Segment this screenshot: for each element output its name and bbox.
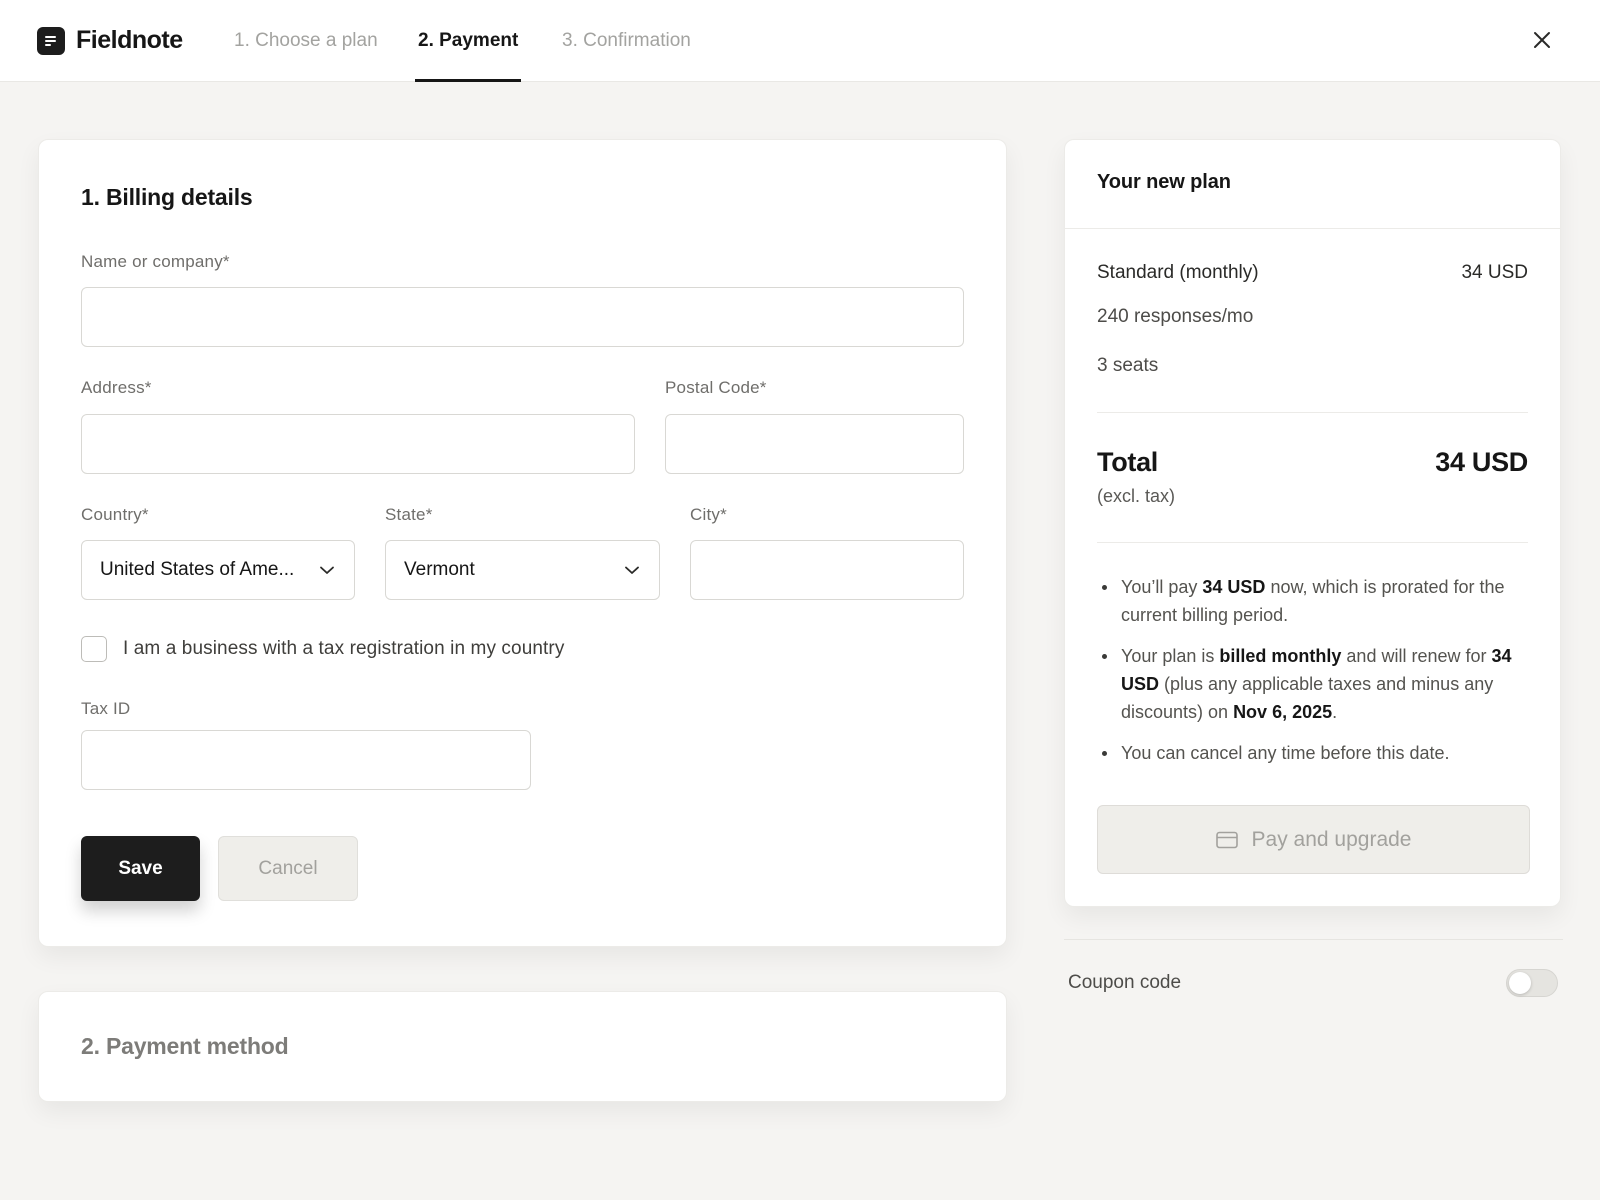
step-confirmation: 3. Confirmation <box>562 30 691 51</box>
plan-summary-card: Your new plan Standard (monthly) 34 USD … <box>1064 139 1561 907</box>
address-label: Address* <box>81 378 152 397</box>
note-item: You can cancel any time before this date… <box>1097 739 1528 767</box>
total-label: Total <box>1097 447 1158 477</box>
cancel-button[interactable]: Cancel <box>218 836 358 901</box>
plan-summary-header: Your new plan <box>1065 140 1560 229</box>
name-label: Name or company* <box>81 252 230 271</box>
toggle-knob <box>1509 972 1531 994</box>
coupon-code-toggle[interactable] <box>1506 969 1558 997</box>
city-input[interactable] <box>690 540 964 600</box>
step-payment[interactable]: 2. Payment <box>418 30 518 52</box>
coupon-code-label: Coupon code <box>1068 972 1182 993</box>
country-select[interactable]: United States of Ame... <box>81 540 355 600</box>
step-choose-plan[interactable]: 1. Choose a plan <box>234 30 378 52</box>
brand-name: Fieldnote <box>76 26 183 54</box>
tax-id-input[interactable] <box>81 730 531 790</box>
postal-code-input[interactable] <box>665 414 964 474</box>
total-value: 34 USD <box>1435 447 1528 477</box>
billing-notes: You’ll pay 34 USD now, which is prorated… <box>1097 573 1528 780</box>
divider <box>1097 542 1528 543</box>
name-input[interactable] <box>81 287 964 347</box>
save-button[interactable]: Save <box>81 836 200 901</box>
note-item: Your plan is billed monthly and will ren… <box>1097 642 1528 726</box>
plan-line-item: Standard (monthly) 34 USD <box>1097 262 1528 284</box>
plan-seats: 3 seats <box>1097 355 1159 376</box>
pay-and-upgrade-label: Pay and upgrade <box>1251 827 1412 851</box>
state-label: State* <box>385 505 433 524</box>
state-select[interactable]: Vermont <box>385 540 660 600</box>
plan-summary-title: Your new plan <box>1097 171 1231 193</box>
payment-method-card[interactable]: 2. Payment method <box>38 991 1007 1102</box>
close-button[interactable] <box>1530 28 1554 52</box>
top-bar: Fieldnote 1. Choose a plan 2. Payment 3.… <box>0 0 1600 82</box>
billing-details-title: 1. Billing details <box>81 184 253 210</box>
postal-code-label: Postal Code* <box>665 378 767 397</box>
business-checkbox-row[interactable]: I am a business with a tax registration … <box>81 636 564 662</box>
address-input[interactable] <box>81 414 635 474</box>
chevron-down-icon <box>320 566 334 574</box>
plan-price: 34 USD <box>1461 262 1528 283</box>
note-item: You’ll pay 34 USD now, which is prorated… <box>1097 573 1528 629</box>
pay-and-upgrade-button[interactable]: Pay and upgrade <box>1097 805 1530 874</box>
state-value: Vermont <box>404 559 475 580</box>
business-checkbox-label[interactable]: I am a business with a tax registration … <box>123 638 564 660</box>
brand: Fieldnote <box>37 26 183 55</box>
country-label: Country* <box>81 505 149 524</box>
chevron-down-icon <box>625 566 639 574</box>
business-checkbox[interactable] <box>81 636 107 662</box>
credit-card-icon <box>1215 831 1238 848</box>
billing-details-card: 1. Billing details Name or company* Addr… <box>38 139 1007 947</box>
payment-method-title: 2. Payment method <box>81 1033 289 1059</box>
total-tax-note: (excl. tax) <box>1097 486 1176 506</box>
city-label: City* <box>690 505 727 524</box>
country-value: United States of Ame... <box>100 559 295 580</box>
divider <box>1064 939 1563 940</box>
tax-id-label: Tax ID <box>81 699 131 718</box>
plan-name: Standard (monthly) <box>1097 262 1259 283</box>
active-step-indicator <box>415 79 521 82</box>
divider <box>1097 412 1528 413</box>
close-icon <box>1534 32 1550 48</box>
notebook-logo-icon <box>37 26 65 55</box>
plan-responses: 240 responses/mo <box>1097 306 1254 327</box>
